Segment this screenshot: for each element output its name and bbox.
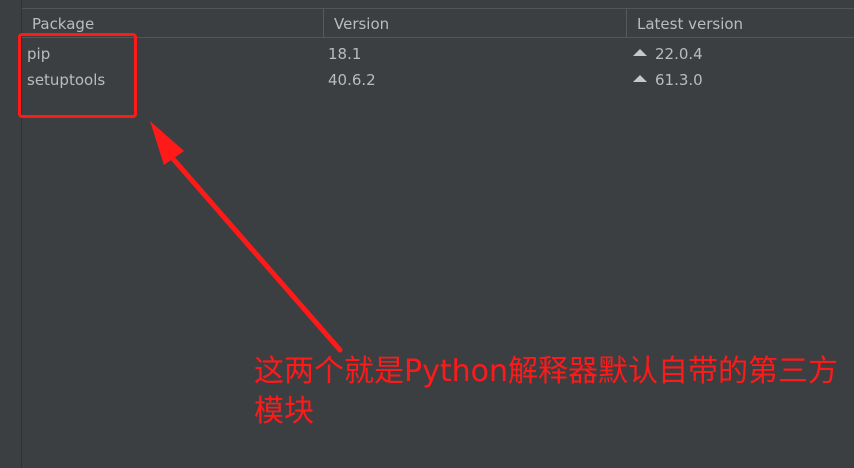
arrow-head (150, 121, 184, 165)
annotation-text: 这两个就是Python解释器默认自带的第三方模块 (254, 354, 838, 429)
arrow-shaft (165, 150, 343, 353)
